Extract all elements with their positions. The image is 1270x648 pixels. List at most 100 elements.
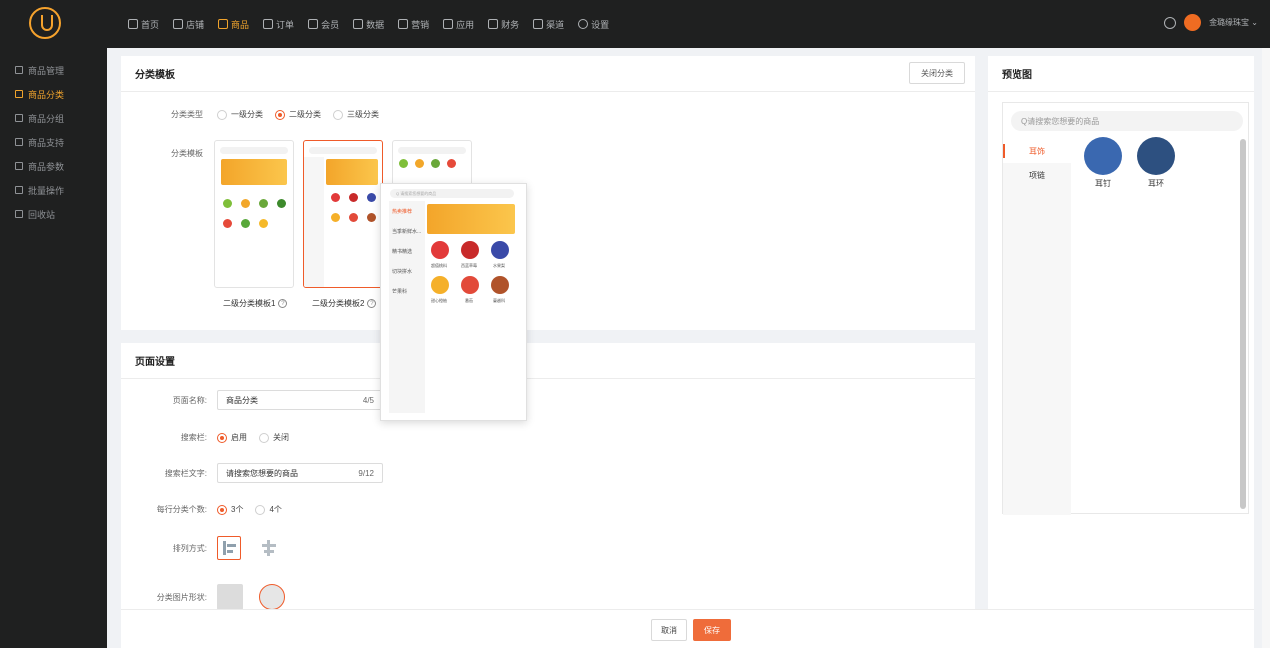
image-shape-label: 分类图片形状:	[156, 592, 207, 602]
preview-search-bar[interactable]: Q请搜索您想要的商品	[1011, 111, 1243, 131]
nav-marketing[interactable]: 营销	[398, 18, 429, 31]
preview-category-item[interactable]: 耳饰	[1003, 139, 1071, 163]
char-count: 9/12	[358, 468, 374, 478]
close-category-button[interactable]: 关闭分类	[909, 62, 965, 84]
sidebar-item-goods-group[interactable]: 商品分组	[0, 106, 107, 130]
avatar[interactable]	[1184, 14, 1202, 31]
nav-home[interactable]: 首页	[128, 18, 159, 31]
help-icon[interactable]: ?	[278, 299, 288, 308]
save-button[interactable]: 保存	[693, 619, 731, 641]
thumb-searchbar	[309, 147, 377, 154]
shape-circle-option[interactable]	[259, 584, 285, 610]
thumb-sidebar	[304, 157, 324, 287]
radio-level3[interactable]: 三级分类	[333, 109, 379, 120]
logo-icon[interactable]	[29, 7, 61, 39]
page-name-input[interactable]: 商品分类 4/5	[217, 390, 383, 410]
preview-sub-item[interactable]: 耳钉	[1083, 137, 1123, 189]
align-bar	[262, 544, 276, 547]
member-icon	[308, 19, 319, 29]
align-bar	[264, 550, 274, 553]
fruit-icon	[331, 213, 340, 222]
sub-image	[1084, 137, 1122, 175]
preview-search-placeholder: Q请搜索您想要的商品	[1021, 116, 1100, 126]
preview-phone: Q请搜索您想要的商品 耳饰 项链 耳钉 耳环	[1002, 102, 1249, 515]
align-center-icon	[267, 540, 270, 556]
finance-icon	[488, 19, 499, 29]
fruit-icon	[349, 193, 358, 202]
settings-icon	[578, 19, 589, 29]
fruit-icon	[447, 159, 456, 168]
page-settings-panel: 页面设置 页面名称: 商品分类 4/5 搜索栏: 启用 关闭 搜索栏文字: 请搜…	[121, 343, 975, 613]
top-bar: 首页 店铺 商品 订单 会员 数据 营销 应用 财务 渠道 设置 金璐缘珠宝 ⌄	[0, 0, 1270, 48]
popup-category: 当季新鲜水...	[392, 228, 422, 235]
nav-member[interactable]: 会员	[308, 18, 339, 31]
shape-square-option[interactable]	[217, 584, 243, 610]
page-scrollbar[interactable]	[1262, 48, 1270, 648]
align-bar	[227, 550, 233, 553]
align-left-option[interactable]	[217, 536, 241, 560]
preview-category-item[interactable]: 项链	[1003, 163, 1071, 187]
fruit-icon	[241, 219, 250, 228]
template-2-thumb[interactable]	[303, 140, 383, 288]
goods-icon	[218, 19, 229, 29]
radio-dot	[255, 504, 266, 515]
sidebar-item-goods-support[interactable]: 商品支持	[0, 130, 107, 154]
thumb-banner	[221, 159, 287, 185]
fruit-icon	[399, 159, 408, 168]
panel-title: 页面设置	[121, 343, 975, 379]
nav-app[interactable]: 应用	[443, 18, 474, 31]
radio-per-row-3[interactable]: 3个	[217, 504, 243, 515]
category-template-panel: 分类模板 关闭分类 分类类型 一级分类 二级分类 三级分类 分类模板 二级分类模…	[121, 56, 975, 330]
per-row-row: 每行分类个数: 3个 4个	[121, 504, 294, 515]
nav-channel[interactable]: 渠道	[533, 18, 564, 31]
user-menu[interactable]: 金璐缘珠宝 ⌄	[1209, 17, 1258, 28]
preview-sub-item[interactable]: 耳环	[1136, 137, 1176, 189]
search-text-input[interactable]: 请搜索您想要的商品 9/12	[217, 463, 383, 483]
grid-icon	[15, 90, 23, 98]
template-3-thumb[interactable]	[392, 140, 472, 186]
thumb-searchbar	[398, 147, 466, 154]
params-icon	[15, 162, 23, 170]
download-icon[interactable]	[1164, 16, 1177, 29]
image-shape-row: 分类图片形状:	[121, 584, 285, 610]
help-icon[interactable]: ?	[367, 299, 377, 308]
nav-data[interactable]: 数据	[353, 18, 384, 31]
per-row-label: 每行分类个数:	[156, 505, 207, 514]
footer-bar: 取消 保存	[121, 609, 1254, 648]
app-icon	[443, 19, 454, 29]
nav-settings[interactable]: 设置	[578, 18, 609, 31]
fruit-icon	[431, 241, 449, 259]
nav-goods[interactable]: 商品	[218, 18, 249, 31]
radio-level1[interactable]: 一级分类	[217, 109, 263, 120]
radio-per-row-4[interactable]: 4个	[255, 504, 282, 515]
search-bar-row: 搜索栏: 启用 关闭	[121, 432, 301, 443]
template-1-thumb[interactable]	[214, 140, 294, 288]
fruit-icon	[431, 159, 440, 168]
main-nav: 首页 店铺 商品 订单 会员 数据 营销 应用 财务 渠道 设置	[128, 0, 623, 48]
nav-order[interactable]: 订单	[263, 18, 294, 31]
nav-finance[interactable]: 财务	[488, 18, 519, 31]
popup-item-name: 水果梨	[493, 263, 505, 268]
panel-title: 分类模板	[121, 56, 975, 92]
sidebar-item-goods-params[interactable]: 商品参数	[0, 154, 107, 178]
data-icon	[353, 19, 364, 29]
fruit-icon	[367, 193, 376, 202]
popup-item-name: 超值桃料	[431, 263, 447, 268]
radio-dot	[275, 109, 285, 120]
sidebar-item-goods-category[interactable]: 商品分类	[0, 82, 107, 106]
search-bar-label: 搜索栏:	[180, 433, 207, 442]
cancel-button[interactable]: 取消	[651, 619, 687, 641]
align-center-option[interactable]	[257, 536, 281, 560]
sidebar-item-recycle[interactable]: 回收站	[0, 202, 107, 226]
nav-store[interactable]: 店铺	[173, 18, 204, 31]
popup-banner	[427, 204, 515, 234]
radio-search-off[interactable]: 关闭	[259, 432, 289, 443]
sidebar-item-batch[interactable]: 批量操作	[0, 178, 107, 202]
input-value: 请搜索您想要的商品	[226, 468, 298, 478]
preview-scrollbar[interactable]	[1240, 139, 1246, 509]
popup-item-name: 西蓝草莓	[461, 263, 477, 268]
sidebar-item-goods-manage[interactable]: 商品管理	[0, 58, 107, 82]
radio-level2[interactable]: 二级分类	[275, 109, 321, 120]
category-template-label: 分类模板	[171, 149, 203, 158]
radio-search-on[interactable]: 启用	[217, 432, 247, 443]
